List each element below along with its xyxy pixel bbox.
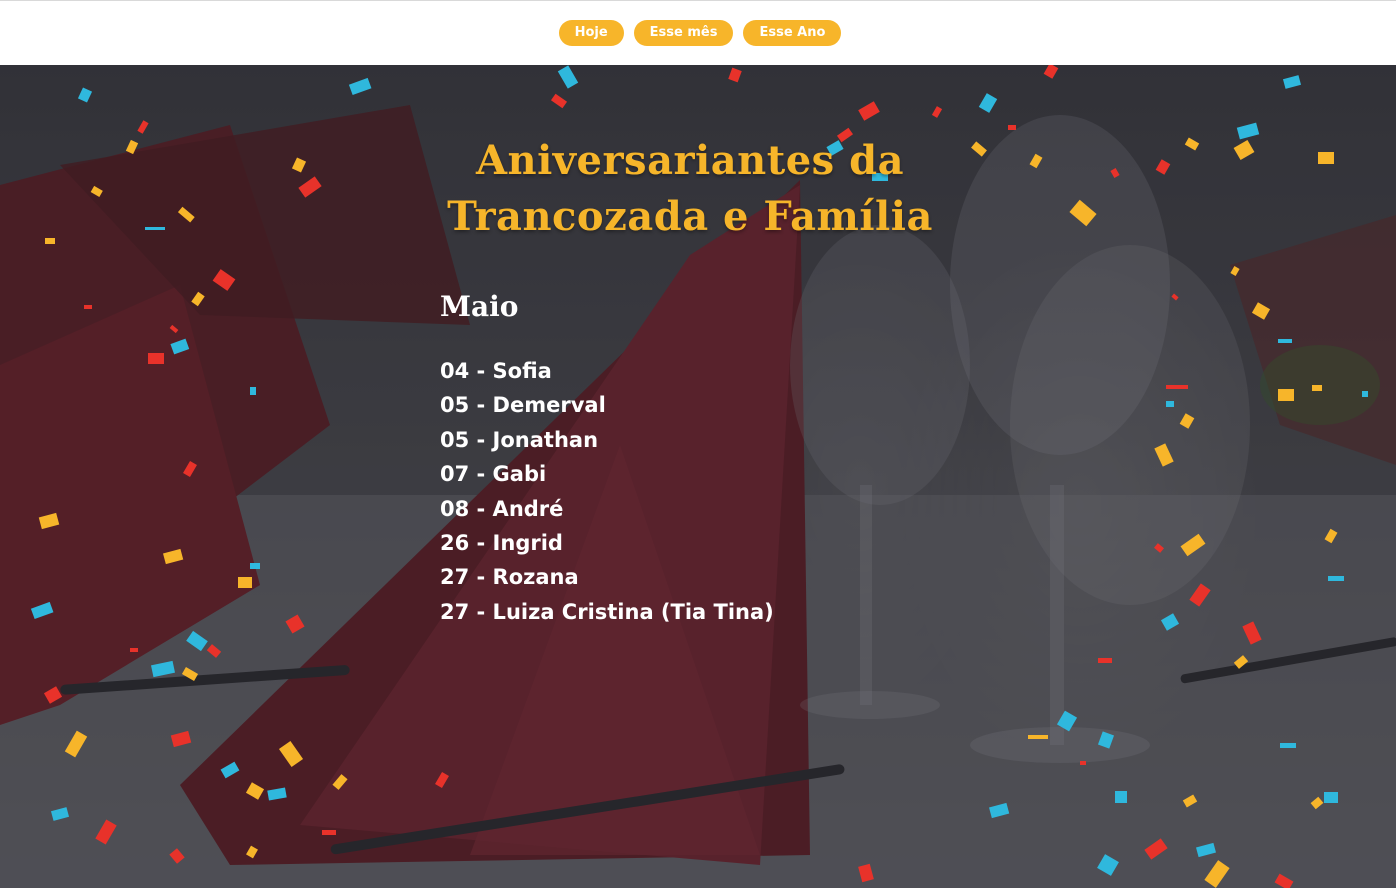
list-item: 27 - Luiza Cristina (Tia Tina)	[440, 599, 774, 624]
list-item: 07 - Gabi	[440, 462, 547, 487]
list-item: 26 - Ingrid	[440, 531, 563, 556]
top-bar: Hoje Esse mês Esse Ano	[0, 0, 1396, 65]
list-item: 05 - Demerval	[440, 393, 606, 418]
hero-section: Aniversariantes da Trancozada e Família …	[0, 65, 1396, 888]
month-heading: Maio	[440, 290, 519, 323]
this-month-button[interactable]: Esse mês	[633, 20, 734, 46]
this-year-button[interactable]: Esse Ano	[743, 20, 842, 46]
page-title: Aniversariantes da Trancozada e Família	[447, 137, 933, 240]
list-item: 27 - Rozana	[440, 565, 579, 590]
today-button[interactable]: Hoje	[558, 20, 624, 46]
list-item: 04 - Sofia	[440, 359, 552, 383]
filter-nav: Hoje Esse mês Esse Ano	[0, 20, 1396, 46]
list-item: 08 - André	[440, 496, 564, 521]
list-item: 05 - Jonathan	[440, 427, 599, 452]
birthday-list: 04 - Sofia 05 - Demerval 05 - Jonathan 0…	[440, 354, 774, 629]
